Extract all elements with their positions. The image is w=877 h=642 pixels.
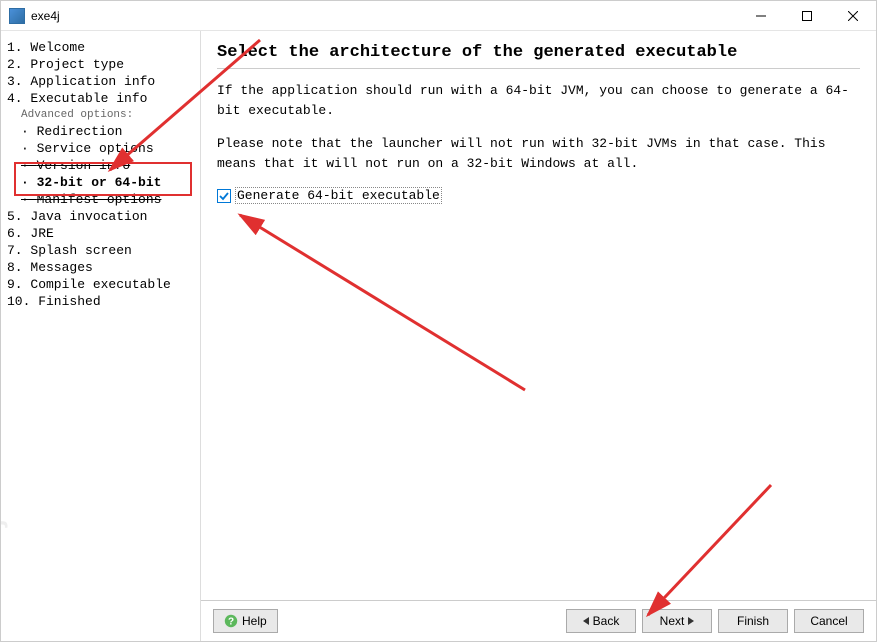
next-label: Next xyxy=(660,614,685,628)
generate-64bit-checkbox[interactable] xyxy=(217,189,231,203)
nav-item[interactable]: 9. Compile executable xyxy=(7,276,194,293)
nav-item[interactable]: 32-bit or 64-bit xyxy=(7,174,194,191)
checkmark-icon xyxy=(219,191,229,201)
cancel-button[interactable]: Cancel xyxy=(794,609,864,633)
nav-item[interactable]: 5. Java invocation xyxy=(7,208,194,225)
app-window: exe4j exe4j 1. Welcome2. Project type3. … xyxy=(0,0,877,642)
back-button[interactable]: Back xyxy=(566,609,636,633)
help-icon: ? xyxy=(224,614,238,628)
titlebar: exe4j xyxy=(1,1,876,31)
close-button[interactable] xyxy=(830,1,876,31)
checkbox-row: Generate 64-bit executable xyxy=(217,187,860,204)
nav-item[interactable]: 7. Splash screen xyxy=(7,242,194,259)
app-icon xyxy=(9,8,25,24)
next-button[interactable]: Next xyxy=(642,609,712,633)
back-label: Back xyxy=(593,614,620,628)
description-1: If the application should run with a 64-… xyxy=(217,81,860,120)
nav-item[interactable]: Redirection xyxy=(7,123,194,140)
finish-label: Finish xyxy=(737,614,769,628)
nav-item[interactable]: 2. Project type xyxy=(7,56,194,73)
arrow-left-icon xyxy=(583,617,589,625)
content-inner: Select the architecture of the generated… xyxy=(201,31,876,600)
nav-item[interactable]: 4. Executable info xyxy=(7,90,194,107)
minimize-button[interactable] xyxy=(738,1,784,31)
nav-advanced-label: Advanced options: xyxy=(7,107,194,123)
window-title: exe4j xyxy=(31,9,738,23)
button-bar: ? Help Back Next Finish Cancel xyxy=(201,600,876,641)
nav-item[interactable]: 10. Finished xyxy=(7,293,194,310)
svg-text:?: ? xyxy=(228,617,234,628)
nav-item[interactable]: 3. Application info xyxy=(7,73,194,90)
page-title: Select the architecture of the generated… xyxy=(217,43,860,69)
sidebar: exe4j 1. Welcome2. Project type3. Applic… xyxy=(1,31,201,641)
nav-item[interactable]: 6. JRE xyxy=(7,225,194,242)
nav-item[interactable]: 8. Messages xyxy=(7,259,194,276)
checkbox-label[interactable]: Generate 64-bit executable xyxy=(235,187,442,204)
description-2: Please note that the launcher will not r… xyxy=(217,134,860,173)
maximize-icon xyxy=(802,11,812,21)
nav-item[interactable]: Manifest options xyxy=(7,191,194,208)
finish-button[interactable]: Finish xyxy=(718,609,788,633)
help-label: Help xyxy=(242,614,267,628)
nav-item[interactable]: Service options xyxy=(7,140,194,157)
nav-item[interactable]: Version info xyxy=(7,157,194,174)
window-controls xyxy=(738,1,876,31)
content-panel: Select the architecture of the generated… xyxy=(201,31,876,641)
sidebar-watermark: exe4j xyxy=(1,520,9,601)
cancel-label: Cancel xyxy=(810,614,847,628)
help-button[interactable]: ? Help xyxy=(213,609,278,633)
main-area: exe4j 1. Welcome2. Project type3. Applic… xyxy=(1,31,876,641)
nav-list: 1. Welcome2. Project type3. Application … xyxy=(7,39,194,310)
maximize-button[interactable] xyxy=(784,1,830,31)
minimize-icon xyxy=(756,11,766,21)
close-icon xyxy=(848,11,858,21)
arrow-right-icon xyxy=(688,617,694,625)
nav-item[interactable]: 1. Welcome xyxy=(7,39,194,56)
